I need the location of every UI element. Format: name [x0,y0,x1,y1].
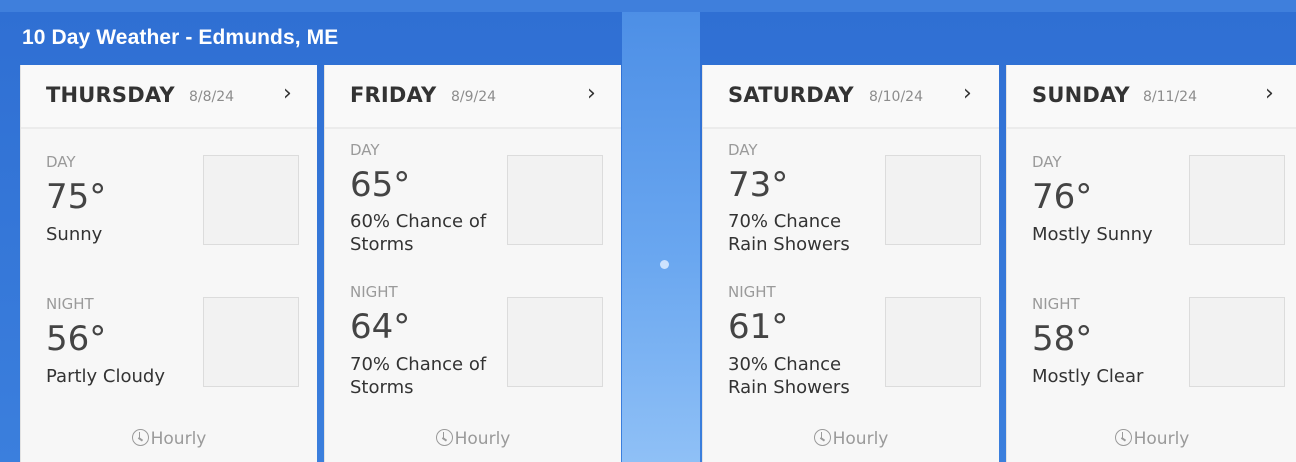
forecast-card-thursday: THURSDAY 8/8/24 › DAY 75° Sunny NIGHT 56… [20,65,317,462]
day-label: DAY [728,141,758,159]
day-weather-icon [203,155,299,245]
day-desc-line2: Rain Showers [728,234,850,255]
weather-widget: 10 Day Weather - Edmunds, ME THURSDAY 8/… [0,0,1296,462]
card-header[interactable]: THURSDAY 8/8/24 › [21,65,317,129]
card-header[interactable]: SUNDAY 8/11/24 › [1007,65,1296,129]
sky-gap [622,12,700,462]
chevron-right-icon[interactable]: › [1265,81,1274,106]
day-temp: 73° [728,165,789,205]
card-header[interactable]: FRIDAY 8/9/24 › [325,65,621,129]
day-name: FRIDAY [350,83,437,107]
hourly-link[interactable]: Hourly [325,427,621,449]
hourly-link[interactable]: Hourly [21,427,317,449]
forecast-card-saturday: SATURDAY 8/10/24 › DAY 73° 70% Chance Ra… [702,65,999,462]
clock-icon [813,429,831,446]
night-weather-icon [1189,297,1285,387]
day-weather-icon [1189,155,1285,245]
day-label: DAY [1032,153,1062,171]
day-desc-line2: Storms [350,234,414,255]
night-desc: Partly Cloudy [46,366,165,387]
day-desc-line1: 60% Chance of [350,211,487,232]
day-temp: 65° [350,165,411,205]
night-desc-line1: 30% Chance [728,354,842,375]
day-name: SATURDAY [728,83,854,107]
day-name: SUNDAY [1032,83,1130,107]
date: 8/10/24 [869,89,923,105]
forecast-card-sunday: SUNDAY 8/11/24 › DAY 76° Mostly Sunny NI… [1006,65,1296,462]
day-desc: Sunny [46,224,103,245]
date: 8/8/24 [189,89,235,105]
chevron-right-icon[interactable]: › [283,81,292,106]
night-desc-line1: 70% Chance of [350,354,487,375]
night-temp: 58° [1032,319,1093,359]
night-temp: 56° [46,319,107,359]
night-weather-icon [885,297,981,387]
night-label: NIGHT [46,295,94,313]
hourly-label: Hourly [832,429,889,449]
day-weather-icon [507,155,603,245]
hourly-label: Hourly [1133,429,1190,449]
day-label: DAY [46,153,76,171]
clock-icon [131,429,149,446]
chevron-right-icon[interactable]: › [587,81,596,106]
date: 8/9/24 [451,89,497,105]
card-header[interactable]: SATURDAY 8/10/24 › [703,65,999,129]
chevron-right-icon[interactable]: › [963,81,972,106]
forecast-card-friday: FRIDAY 8/9/24 › DAY 65° 60% Chance of St… [324,65,621,462]
hourly-label: Hourly [454,429,511,449]
night-desc-line2: Rain Showers [728,377,850,398]
date: 8/11/24 [1143,89,1197,105]
hourly-label: Hourly [150,429,207,449]
night-weather-icon [203,297,299,387]
clock-icon [435,429,453,446]
clock-icon [1114,429,1132,446]
day-desc: Mostly Sunny [1032,224,1153,245]
hourly-link[interactable]: Hourly [1007,427,1296,449]
night-temp: 64° [350,307,411,347]
night-desc: Mostly Clear [1032,366,1144,387]
night-label: NIGHT [350,283,398,301]
carousel-dot[interactable] [660,260,669,269]
night-label: NIGHT [1032,295,1080,313]
night-desc-line2: Storms [350,377,414,398]
night-weather-icon [507,297,603,387]
hourly-link[interactable]: Hourly [703,427,999,449]
day-desc-line1: 70% Chance [728,211,842,232]
day-weather-icon [885,155,981,245]
day-temp: 76° [1032,177,1093,217]
day-name: THURSDAY [46,83,175,107]
day-label: DAY [350,141,380,159]
night-label: NIGHT [728,283,776,301]
night-temp: 61° [728,307,789,347]
day-temp: 75° [46,177,107,217]
page-title: 10 Day Weather - Edmunds, ME [22,26,339,49]
